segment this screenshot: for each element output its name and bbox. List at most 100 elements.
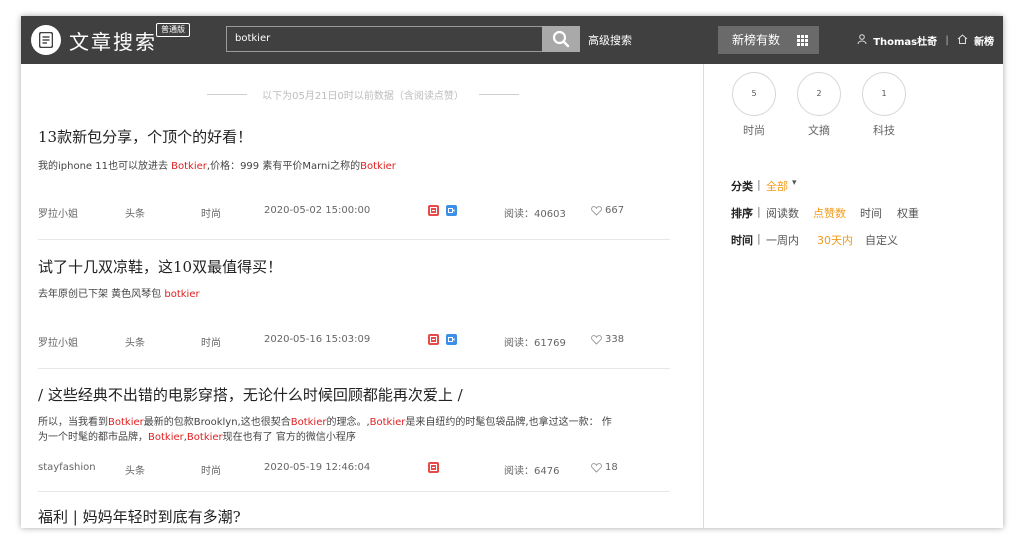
search-input[interactable]: botkier <box>226 26 542 52</box>
snippet-text: ,价格：999 素有平价Marni之称的 <box>206 161 361 172</box>
article-category: 时尚 <box>201 338 221 349</box>
article-divider <box>38 368 670 369</box>
article-title[interactable]: / 这些经典不出错的电影穿搭，无论什么时候回顾都能再次爱上 / <box>38 384 463 405</box>
stat-label: 科技 <box>873 124 895 137</box>
category-stat[interactable]: 1 科技 <box>861 72 907 138</box>
top-navbar: 文章搜索 普通版 botkier 高级搜索 新榜有数 Thomas杜奇 | 新榜 <box>21 16 1003 64</box>
keyword-highlight: Botkier <box>171 161 207 172</box>
category-stat[interactable]: 2 文摘 <box>796 72 842 138</box>
brand-link[interactable]: 新榜 <box>974 33 994 48</box>
keyword-highlight: Botkier <box>108 417 144 428</box>
notice-text: 以下为05月21日0时以前数据（含阅读点赞） <box>262 91 464 102</box>
article-divider <box>38 491 670 492</box>
article-likes: 338 <box>605 334 625 345</box>
article-likes: 18 <box>605 462 618 473</box>
video-badge-icon[interactable] <box>446 205 457 216</box>
article-title[interactable]: 13款新包分享，个顶个的好看！ <box>38 126 252 147</box>
article-title[interactable]: 试了十几双凉鞋，这10双最值得买！ <box>38 256 282 277</box>
sort-filter: 排序 | 阅读数 点赞数 时间 权重 <box>731 205 981 221</box>
keyword-highlight: Botkier <box>148 432 184 443</box>
article-title[interactable]: 福利 | 妈妈年轻时到底有多潮? <box>38 506 241 527</box>
document-badge-icon[interactable] <box>428 462 439 473</box>
keyword-highlight: Botkier <box>290 417 327 428</box>
stat-count: 2 <box>797 72 841 116</box>
notice-line-left <box>207 94 247 95</box>
notice-line-right <box>479 94 519 95</box>
filter-key: 时间 <box>731 234 753 247</box>
category-stat[interactable]: 5 时尚 <box>731 72 777 138</box>
article-divider <box>38 239 670 240</box>
chevron-down-icon[interactable]: ▾ <box>792 178 797 188</box>
document-badge-icon[interactable] <box>428 205 439 216</box>
header-separator: | <box>945 35 949 46</box>
search-icon <box>552 30 570 48</box>
document-icon <box>39 32 53 48</box>
filter-separator: | <box>757 178 761 191</box>
user-icon <box>857 34 867 47</box>
search-button[interactable] <box>542 26 580 52</box>
stat-label: 时尚 <box>743 124 765 137</box>
snippet-text: 我的iphone 11也可以放进去 <box>38 161 172 172</box>
app-window: 文章搜索 普通版 botkier 高级搜索 新榜有数 Thomas杜奇 | 新榜… <box>21 16 1003 528</box>
sort-option[interactable]: 时间 <box>860 205 882 221</box>
article-meta: 罗拉小姐 头条 时尚 2020-05-02 15:00:00 阅读：40603 … <box>38 205 670 220</box>
stat-count: 1 <box>862 72 906 116</box>
time-option[interactable]: 一周内 <box>766 232 799 248</box>
heart-icon <box>591 463 602 473</box>
edition-badge: 普通版 <box>156 23 190 37</box>
article-category: 时尚 <box>201 466 221 477</box>
filter-separator: | <box>757 232 761 245</box>
snippet-text: 现在也有了 官方的微信小程序 <box>222 432 356 443</box>
category-dropdown[interactable]: 全部 <box>766 178 788 194</box>
article-author[interactable]: stayfashion <box>38 462 96 473</box>
article-date: 2020-05-16 15:03:09 <box>264 334 371 345</box>
article-meta: stayfashion 头条 时尚 2020-05-19 12:46:04 阅读… <box>38 462 670 477</box>
new-rank-button[interactable]: 新榜有数 <box>718 26 819 54</box>
sort-option[interactable]: 点赞数 <box>813 205 846 221</box>
article-position: 头条 <box>125 338 145 349</box>
app-title: 文章搜索 <box>69 30 157 54</box>
article-date: 2020-05-19 12:46:04 <box>264 462 371 473</box>
keyword-highlight: Botkier <box>186 432 223 443</box>
article-snippet: 去年原创已下架 黄色风琴包 botkier <box>38 287 618 302</box>
article-snippet: 所以，当我看到Botkier最新的包款Brooklyn,这也很契合Botkier… <box>38 415 618 445</box>
video-badge-icon[interactable] <box>446 334 457 345</box>
sort-option[interactable]: 权重 <box>897 205 919 221</box>
time-filter: 时间 | 一周内 30天内 自定义 <box>731 232 981 248</box>
article-position: 头条 <box>125 466 145 477</box>
article-card[interactable]: 试了十几双凉鞋，这10双最值得买！ 去年原创已下架 黄色风琴包 botkier … <box>38 256 670 384</box>
time-option[interactable]: 30天内 <box>817 232 853 248</box>
logo[interactable] <box>31 25 61 55</box>
filter-separator: | <box>757 205 761 218</box>
user-name[interactable]: Thomas杜奇 <box>873 33 937 48</box>
filter-key: 分类 <box>731 180 753 193</box>
results-column: 以下为05月21日0时以前数据（含阅读点赞） 13款新包分享，个顶个的好看！ 我… <box>21 64 703 528</box>
advanced-search-link[interactable]: 高级搜索 <box>588 32 632 48</box>
snippet-text: 所以，当我看到 <box>38 417 108 428</box>
article-snippet: 我的iphone 11也可以放进去 Botkier,价格：999 素有平价Mar… <box>38 159 618 174</box>
filter-key: 排序 <box>731 207 753 220</box>
article-author[interactable]: 罗拉小姐 <box>38 205 78 220</box>
article-card[interactable]: 13款新包分享，个顶个的好看！ 我的iphone 11也可以放进去 Botkie… <box>38 126 670 254</box>
new-rank-label: 新榜有数 <box>732 33 781 47</box>
snippet-text: 的理念。, <box>326 417 370 428</box>
article-meta: 罗拉小姐 头条 时尚 2020-05-16 15:03:09 阅读：61769 … <box>38 334 670 349</box>
user-menu: Thomas杜奇 | 新榜 <box>857 33 994 48</box>
document-badge-icon[interactable] <box>428 334 439 345</box>
article-position: 头条 <box>125 209 145 220</box>
article-card[interactable]: / 这些经典不出错的电影穿搭，无论什么时候回顾都能再次爱上 / 所以，当我看到B… <box>38 384 670 512</box>
sort-option[interactable]: 阅读数 <box>766 205 799 221</box>
article-author[interactable]: 罗拉小姐 <box>38 334 78 349</box>
heart-icon <box>591 335 602 345</box>
filter-sidebar: 5 时尚 2 文摘 1 科技 分类 | 全部 ▾ 排序 | 阅读数 点赞数 时间… <box>704 64 1003 528</box>
article-category: 时尚 <box>201 209 221 220</box>
keyword-highlight: Botkier <box>360 161 396 172</box>
time-option[interactable]: 自定义 <box>865 232 898 248</box>
article-reads: 阅读：61769 <box>504 338 566 349</box>
grid-icon <box>797 35 808 46</box>
snippet-text: 最新的包款Brooklyn,这也很契合 <box>143 417 291 428</box>
article-reads: 阅读：40603 <box>504 209 566 220</box>
stat-label: 文摘 <box>808 124 830 137</box>
data-notice: 以下为05月21日0时以前数据（含阅读点赞） <box>207 87 519 102</box>
article-card[interactable]: 福利 | 妈妈年轻时到底有多潮? <box>38 506 670 528</box>
